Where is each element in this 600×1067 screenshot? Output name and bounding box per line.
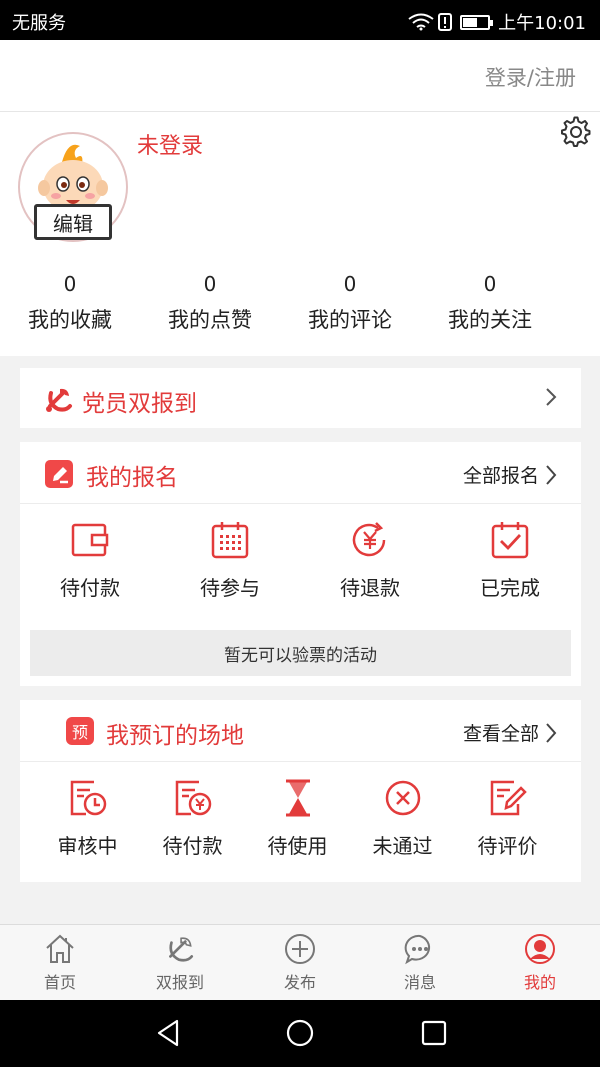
stat-value: 0 <box>203 272 217 296</box>
chevron-right-icon <box>546 464 557 485</box>
login-register-link[interactable]: 登录/注册 <box>485 62 576 92</box>
stats-row: 0 我的收藏 0 我的点赞 0 我的评论 0 我的关注 <box>0 272 600 334</box>
stat-comments[interactable]: 0 我的评论 <box>280 272 420 334</box>
signup-pending-payment[interactable]: 待付款 <box>20 520 160 601</box>
profile-section: 编辑 未登录 0 我的收藏 0 我的点赞 0 我的评论 0 我的关注 <box>0 112 600 356</box>
my-venue-card: 预 我预订的场地 查看全部 审核中 待付款 待使用 未通过 待评价 <box>20 700 581 882</box>
refund-icon <box>352 522 386 557</box>
gear-icon[interactable] <box>560 116 592 148</box>
doc-yen-icon <box>175 780 211 816</box>
signup-status-label: 待付款 <box>60 576 120 600</box>
doc-clock-icon <box>70 780 106 816</box>
doc-edit-icon <box>490 780 527 816</box>
venue-status-label: 审核中 <box>57 834 118 858</box>
login-status[interactable]: 未登录 <box>137 128 203 160</box>
tab-messages[interactable]: 消息 <box>360 925 480 1000</box>
user-icon <box>525 934 555 964</box>
signup-pending-refund[interactable]: 待退款 <box>300 520 440 601</box>
stat-label: 我的评论 <box>308 308 392 332</box>
signup-completed[interactable]: 已完成 <box>440 520 580 601</box>
signup-status-label: 待退款 <box>340 576 400 600</box>
party-emblem-icon <box>169 937 194 962</box>
plus-circle-icon <box>285 934 315 964</box>
signup-status-label: 待参与 <box>200 576 260 600</box>
message-icon <box>404 934 431 965</box>
tab-label: 首页 <box>43 973 76 992</box>
stat-favorites[interactable]: 0 我的收藏 <box>0 272 140 334</box>
wifi-icon <box>408 13 434 31</box>
stat-value: 0 <box>63 272 77 296</box>
all-signups-link[interactable]: 全部报名 <box>463 461 557 488</box>
venue-status-label: 待付款 <box>162 834 223 858</box>
view-all-venues-link[interactable]: 查看全部 <box>463 719 557 746</box>
ticket-notice: 暂无可以验票的活动 <box>30 630 571 676</box>
calendar-grid-icon <box>211 522 249 559</box>
edit-square-icon <box>45 460 73 488</box>
top-header: 登录/注册 <box>0 40 600 112</box>
stat-label: 我的关注 <box>448 308 532 332</box>
home-circle-icon[interactable] <box>285 1018 315 1048</box>
venue-status-label: 待使用 <box>267 834 328 858</box>
view-all-label: 查看全部 <box>462 723 539 745</box>
alert-icon <box>438 13 453 31</box>
venue-pending-payment[interactable]: 待付款 <box>140 778 245 859</box>
stat-value: 0 <box>483 272 497 296</box>
all-signups-label: 全部报名 <box>462 465 539 487</box>
calendar-check-icon <box>491 522 529 559</box>
tab-publish[interactable]: 发布 <box>240 925 360 1000</box>
stat-label: 我的点赞 <box>168 308 252 332</box>
hourglass-icon <box>285 779 310 817</box>
signup-card-title: 我的报名 <box>86 465 178 491</box>
stat-follows[interactable]: 0 我的关注 <box>420 272 560 334</box>
my-signup-card: 我的报名 全部报名 待付款 待参与 待退款 已完成 暂无可以验票的活动 <box>20 442 581 686</box>
system-nav-bar <box>0 1000 600 1067</box>
clock: 上午10:01 <box>498 13 586 34</box>
venue-pending-use[interactable]: 待使用 <box>245 778 350 859</box>
reserve-badge-icon: 预 <box>66 717 94 745</box>
signup-pending-join[interactable]: 待参与 <box>160 520 300 601</box>
recents-icon[interactable] <box>420 1018 448 1048</box>
venue-pending-review[interactable]: 待评价 <box>455 778 560 859</box>
wallet-icon <box>71 523 109 557</box>
stat-label: 我的收藏 <box>28 308 112 332</box>
tab-label: 我的 <box>523 973 556 992</box>
venue-card-title: 我预订的场地 <box>106 723 244 749</box>
tab-label: 消息 <box>403 973 436 992</box>
party-report-card[interactable]: 党员双报到 <box>20 368 581 428</box>
signup-status-row: 待付款 待参与 待退款 已完成 <box>20 520 581 601</box>
tab-mine[interactable]: 我的 <box>480 925 600 1000</box>
venue-status-label: 待评价 <box>477 834 538 858</box>
circle-x-icon <box>385 780 420 816</box>
venue-status-label: 未通过 <box>372 834 433 858</box>
battery-icon <box>460 14 494 30</box>
chevron-right-icon <box>546 722 557 743</box>
tab-double-report[interactable]: 双报到 <box>120 925 240 1000</box>
bottom-tab-bar: 首页 双报到 发布 消息 我的 <box>0 924 600 1000</box>
venue-under-review[interactable]: 审核中 <box>35 778 140 859</box>
tab-label: 双报到 <box>155 973 204 992</box>
status-icons: 上午10:01 <box>408 9 586 35</box>
stat-value: 0 <box>343 272 357 296</box>
carrier-label: 无服务 <box>12 13 66 34</box>
signup-card-header: 我的报名 全部报名 <box>20 442 581 504</box>
venue-status-row: 审核中 待付款 待使用 未通过 待评价 <box>20 778 581 859</box>
venue-card-header: 预 我预订的场地 查看全部 <box>20 700 581 762</box>
stat-likes[interactable]: 0 我的点赞 <box>140 272 280 334</box>
signup-status-label: 已完成 <box>480 576 540 600</box>
tab-home[interactable]: 首页 <box>0 925 120 1000</box>
status-bar: 无服务 上午10:01 <box>0 0 600 40</box>
reserve-badge-label: 预 <box>71 723 88 742</box>
party-emblem-icon <box>46 388 72 412</box>
tab-label: 发布 <box>283 973 316 992</box>
chevron-right-icon <box>546 388 557 406</box>
venue-rejected[interactable]: 未通过 <box>350 778 455 859</box>
home-icon <box>46 934 74 963</box>
party-report-title: 党员双报到 <box>82 391 197 417</box>
back-icon[interactable] <box>155 1018 181 1048</box>
edit-profile-button[interactable]: 编辑 <box>34 204 112 240</box>
